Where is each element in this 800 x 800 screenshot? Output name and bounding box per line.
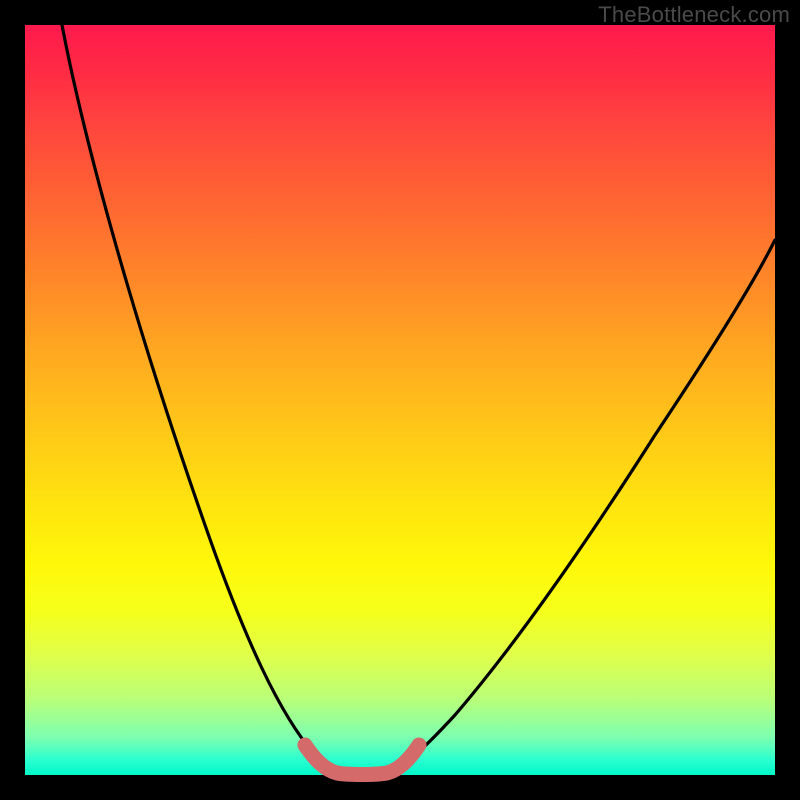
chart-frame: TheBottleneck.com xyxy=(0,0,800,800)
valley-highlight xyxy=(305,745,419,775)
watermark-text: TheBottleneck.com xyxy=(598,2,790,28)
left-curve xyxy=(62,25,343,774)
curve-layer xyxy=(25,25,775,775)
plot-area xyxy=(25,25,775,775)
right-curve xyxy=(385,240,775,774)
